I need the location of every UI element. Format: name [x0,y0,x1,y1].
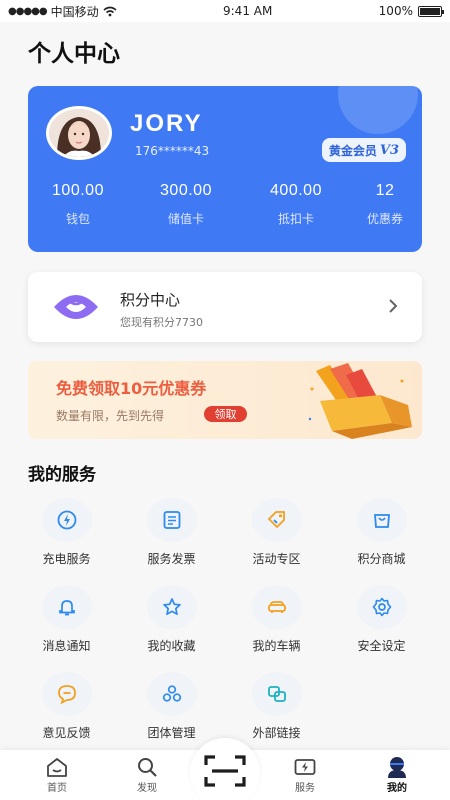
carrier-name: 中国移动 [50,4,99,19]
carrier-group: ●●●●● 中国移动 [8,3,117,20]
account-stats: 100.00 钱包 300.00 储值卡 400.00 抵扣卡 12 优惠券 [28,182,422,227]
link-icon [251,672,302,716]
service-favorites[interactable]: 我的收藏 [119,585,224,654]
chevron-right-icon [389,299,398,313]
stat-deduction-card[interactable]: 400.00 抵扣卡 [244,182,348,227]
page-title: 个人中心 [28,41,120,67]
service-label: 服务发票 [147,552,196,566]
service-security[interactable]: 安全设定 [329,585,434,654]
service-label: 安全设定 [357,639,406,653]
status-bar: ●●●●● 中国移动 9:41 AM 100% [0,0,450,22]
tab-label: 服务 [295,783,315,794]
service-points-mall[interactable]: 积分商城 [329,498,434,567]
home-icon [47,758,67,777]
tab-label: 我的 [387,783,407,794]
stat-label: 抵扣卡 [277,212,314,226]
service-label: 消息通知 [42,639,91,653]
stat-value: 12 [375,182,395,199]
service-group-management[interactable]: 团体管理 [119,672,224,741]
tab-mine[interactable]: 我的 [372,756,422,794]
points-center-card[interactable]: 积分中心 您现有积分7730 [28,272,422,342]
stat-wallet[interactable]: 100.00 钱包 [28,182,128,227]
search-icon [138,758,157,777]
star-icon [146,585,197,629]
group-icon [146,672,197,716]
service-label: 活动专区 [252,552,301,566]
vip-badge[interactable]: 黄金会员 V3 [321,138,406,162]
invoice-icon [146,498,197,542]
tab-service[interactable]: 服务 [280,756,330,794]
avatar[interactable] [46,106,112,160]
service-vehicles[interactable]: 我的车辆 [224,585,329,654]
vip-label: 黄金会员 [328,143,377,158]
battery-group: 100% [378,4,444,18]
stat-label: 优惠券 [366,212,403,226]
tab-label: 首页 [47,783,67,794]
stat-stored-card[interactable]: 300.00 储值卡 [128,182,244,227]
shop-icon [356,498,407,542]
avatar-image [49,109,109,157]
tab-label: 发现 [137,783,157,794]
stat-value: 100.00 [52,182,104,199]
service-charging[interactable]: 充电服务 [14,498,119,567]
services-grid: 充电服务 服务发票 活动专区 积分商城 消息通知 我的收藏 我的车辆 安全设定 … [14,498,436,741]
signal-icon: ●●●●● [8,5,48,17]
member-card[interactable]: JORY 176******43 黄金会员 V3 100.00 钱包 300.0… [28,86,422,252]
stat-coupons[interactable]: 12 优惠券 [348,182,422,227]
service-notifications[interactable]: 消息通知 [14,585,119,654]
service-invoice[interactable]: 服务发票 [119,498,224,567]
coupon-subtitle: 数量有限，先到先得 [56,409,165,423]
service-label: 积分商城 [357,552,406,566]
scan-icon[interactable] [203,754,247,788]
card-decoration [338,86,418,134]
coupon-title: 免费领取10元优惠券 [56,379,207,398]
gift-box-illustration [308,363,412,439]
service-label: 意见反馈 [42,726,91,740]
service-label: 我的车辆 [252,639,301,653]
bottom-tab-bar: 首页 发现 服务 我的 [0,738,450,800]
gear-icon [356,585,407,629]
service-external-links[interactable]: 外部链接 [224,672,329,741]
vip-level: V3 [379,142,399,158]
status-time: 9:41 AM [223,4,273,18]
battery-percent: 100% [378,4,413,18]
phone-number: 176******43 [135,144,210,158]
tab-home[interactable]: 首页 [32,756,82,794]
points-title: 积分中心 [120,291,181,309]
claim-coupon-button[interactable]: 领取 [204,406,247,422]
service-label: 外部链接 [252,726,301,740]
points-eye-icon [54,295,98,319]
stat-value: 300.00 [160,182,212,199]
username: JORY [130,110,203,137]
service-label: 充电服务 [42,552,91,566]
service-label: 团体管理 [147,726,196,740]
coupon-banner[interactable]: 免费领取10元优惠券 数量有限，先到先得 领取 [28,361,422,439]
feedback-icon [41,672,92,716]
services-heading: 我的服务 [28,465,96,485]
car-icon [251,585,302,629]
tab-discover[interactable]: 发现 [122,756,172,794]
activity-icon [251,498,302,542]
stat-label: 储值卡 [167,212,204,226]
battery-icon [417,5,444,17]
stat-label: 钱包 [65,212,90,226]
service-label: 我的收藏 [147,639,196,653]
profile-icon [388,757,406,778]
bell-icon [41,585,92,629]
service-feedback[interactable]: 意见反馈 [14,672,119,741]
stat-value: 400.00 [270,182,322,199]
charge-icon [41,498,92,542]
service-icon [294,759,316,775]
points-balance: 您现有积分7730 [120,316,203,329]
service-activity[interactable]: 活动专区 [224,498,329,567]
wifi-icon [103,6,117,16]
